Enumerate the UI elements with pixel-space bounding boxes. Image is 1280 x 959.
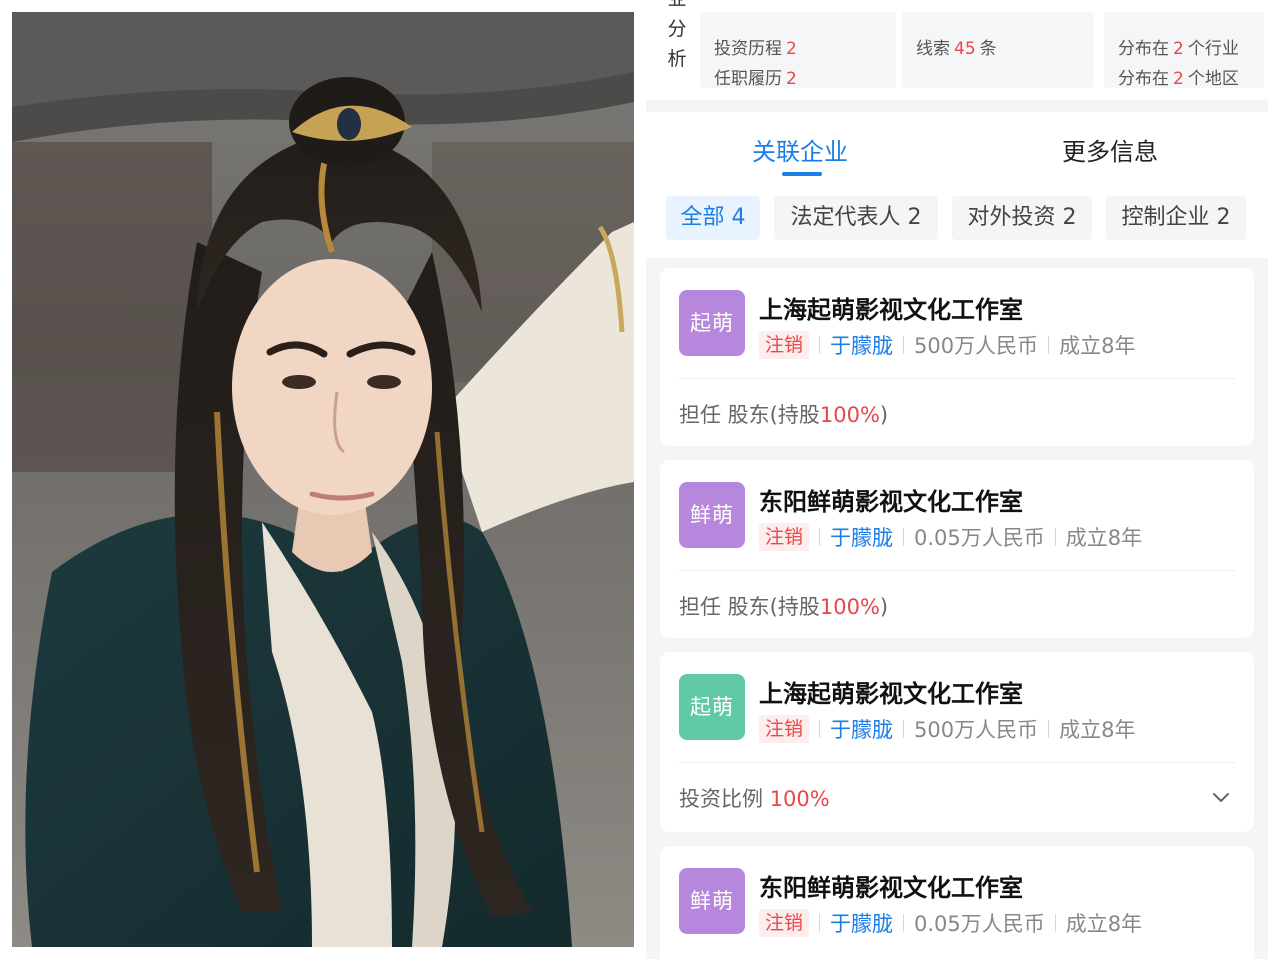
actor-photo-illustration: [12, 12, 634, 947]
role-suffix: ): [879, 595, 889, 619]
stat-value: 2: [1173, 39, 1184, 59]
employment-stat: 任职履历 2: [714, 64, 801, 89]
filter-chip-legal-rep[interactable]: 法定代表人 2: [774, 196, 938, 240]
divider: [1054, 528, 1056, 546]
tab-related-companies[interactable]: 关联企业: [752, 132, 848, 167]
divider: [903, 528, 905, 546]
company-name[interactable]: 上海起萌影视文化工作室: [759, 674, 1023, 709]
role-label: 担任 股东(持股: [679, 403, 820, 427]
analysis-label-char: 析: [667, 48, 687, 70]
analysis-label: 业 分 析: [666, 0, 688, 74]
status-badge: 注销: [759, 523, 810, 551]
role-info: 投资比例 100%: [679, 783, 830, 813]
stat-value: 2: [786, 69, 797, 89]
analysis-label-char: 分: [667, 18, 687, 40]
registered-capital: 500万人民币: [914, 334, 1039, 358]
divider: [903, 336, 905, 354]
role-label: 担任 股东(持股: [679, 595, 820, 619]
stat-label: 分布在: [1118, 69, 1169, 89]
company-logo: 鲜萌: [679, 868, 745, 934]
role-info: 担任 股东(持股100%): [679, 591, 888, 621]
role-percentage: 100%: [769, 787, 830, 811]
stat-value: 45: [954, 39, 976, 59]
company-logo: 起萌: [679, 290, 745, 356]
divider: [903, 720, 905, 738]
role-percentage: 100%: [819, 403, 880, 427]
company-age: 成立8年: [1065, 526, 1143, 550]
card-divider: [679, 570, 1235, 571]
company-card[interactable]: 起萌 上海起萌影视文化工作室 注销 于朦胧 500万人民币 成立8年 投资比例 100…: [660, 652, 1254, 832]
chevron-down-icon[interactable]: [1210, 786, 1232, 808]
company-meta: 注销 于朦胧 0.05万人民币 成立8年: [759, 522, 1142, 552]
status-badge: 注销: [759, 331, 810, 359]
stat-unit: 条: [979, 39, 997, 59]
status-badge: 注销: [759, 909, 810, 937]
active-tab-indicator: [782, 172, 822, 176]
legal-person-link[interactable]: 于朦胧: [830, 912, 893, 936]
company-meta: 注销 于朦胧 0.05万人民币 成立8年: [759, 908, 1142, 938]
filter-chip-controlled[interactable]: 控制企业 2: [1106, 196, 1246, 240]
company-age: 成立8年: [1059, 718, 1136, 742]
stat-label: 投资历程: [714, 39, 782, 59]
divider: [1048, 336, 1050, 354]
divider: [1048, 720, 1050, 738]
enterprise-info-screen: 业 分 析 投资历程2 任职履历2 线索45条 分布在2个行业 分布在2个地区: [646, 0, 1268, 959]
divider: [819, 720, 821, 738]
company-age: 成立8年: [1065, 912, 1143, 936]
actor-photo: [12, 12, 634, 947]
registered-capital: 0.05万人民币: [914, 526, 1045, 550]
divider: [819, 914, 821, 932]
stat-label: 线索: [916, 39, 950, 59]
legal-person-link[interactable]: 于朦胧: [830, 718, 893, 742]
status-badge: 注销: [759, 715, 810, 743]
divider: [819, 336, 821, 354]
history-stat-box[interactable]: 投资历程 2 任职履历 2: [700, 12, 896, 89]
tab-bar: 关联企业 更多信息: [646, 112, 1268, 182]
role-percentage: 100%: [819, 595, 880, 619]
region-stat: 分布在 2 个地区: [1118, 64, 1239, 89]
clues-stat-box[interactable]: 线索 45 条: [902, 12, 1094, 88]
stat-value: 2: [786, 39, 797, 59]
company-card[interactable]: 鲜萌 东阳鲜萌影视文化工作室 注销 于朦胧 0.05万人民币 成立8年 担任 股东(持…: [660, 460, 1254, 638]
filter-chip-external-invest[interactable]: 对外投资 2: [952, 196, 1092, 240]
filter-chip-all[interactable]: 全部 4: [666, 196, 760, 240]
registered-capital: 0.05万人民币: [914, 912, 1045, 936]
divider: [903, 914, 905, 932]
legal-person-link[interactable]: 于朦胧: [830, 334, 893, 358]
company-logo: 起萌: [679, 674, 745, 740]
divider: [819, 528, 821, 546]
company-meta: 注销 于朦胧 500万人民币 成立8年: [759, 330, 1135, 360]
divider: [1054, 914, 1056, 932]
stat-unit: 个行业: [1187, 39, 1239, 59]
role-suffix: ): [879, 403, 889, 427]
card-divider: [679, 378, 1235, 379]
distribution-stat-box[interactable]: 分布在 2 个行业 分布在 2 个地区: [1104, 12, 1264, 89]
filter-chip-row: 全部 4 法定代表人 2 对外投资 2 控制企业 2: [646, 182, 1268, 258]
stat-unit: 个地区: [1187, 69, 1239, 89]
stat-label: 分布在: [1118, 39, 1169, 59]
role-label: 投资比例: [679, 787, 763, 811]
stat-value: 2: [1173, 69, 1184, 89]
registered-capital: 500万人民币: [914, 718, 1039, 742]
card-divider: [679, 762, 1235, 763]
company-name[interactable]: 东阳鲜萌影视文化工作室: [759, 482, 1023, 517]
stat-label: 任职履历: [714, 69, 782, 89]
analysis-section: 业 分 析 投资历程2 任职履历2 线索45条 分布在2个行业 分布在2个地区: [646, 0, 1268, 100]
company-age: 成立8年: [1059, 334, 1136, 358]
company-logo: 鲜萌: [679, 482, 745, 548]
clues-stat: 线索 45 条: [916, 34, 997, 59]
legal-person-link[interactable]: 于朦胧: [830, 526, 893, 550]
company-card[interactable]: 鲜萌 东阳鲜萌影视文化工作室 注销 于朦胧 0.05万人民币 成立8年: [660, 846, 1254, 959]
company-name[interactable]: 上海起萌影视文化工作室: [759, 290, 1023, 325]
role-info: 担任 股东(持股100%): [679, 399, 888, 429]
analysis-label-char: 业: [666, 0, 688, 14]
invest-history-stat: 投资历程 2: [714, 34, 801, 59]
industry-stat: 分布在 2 个行业: [1118, 34, 1239, 59]
company-meta: 注销 于朦胧 500万人民币 成立8年: [759, 714, 1135, 744]
company-card[interactable]: 起萌 上海起萌影视文化工作室 注销 于朦胧 500万人民币 成立8年 担任 股东(持股…: [660, 268, 1254, 446]
tab-more-info[interactable]: 更多信息: [1062, 132, 1158, 167]
company-name[interactable]: 东阳鲜萌影视文化工作室: [759, 868, 1023, 903]
